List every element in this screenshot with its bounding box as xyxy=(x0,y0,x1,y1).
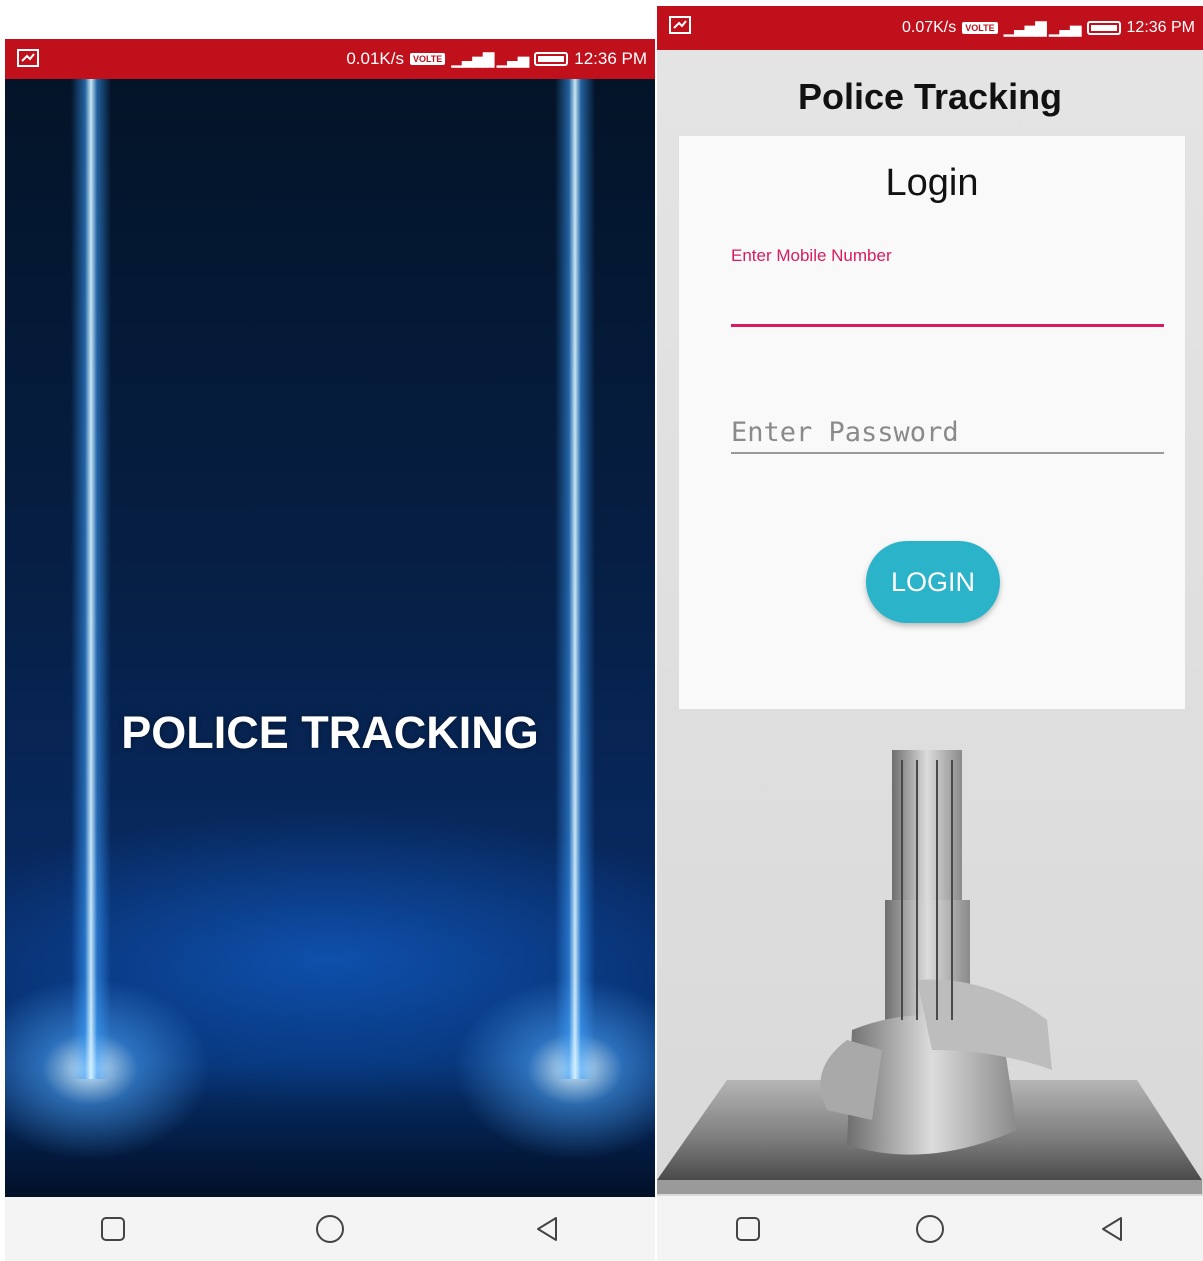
light-beam-left xyxy=(71,79,111,1079)
mobile-number-input[interactable] xyxy=(731,284,1164,327)
clock: 12:36 PM xyxy=(1126,19,1195,36)
back-triangle-icon[interactable] xyxy=(1097,1214,1127,1244)
screenshot-icon xyxy=(669,16,691,34)
mobile-number-label: Enter Mobile Number xyxy=(731,246,892,265)
login-screen: 0.07K/s VOLTE ▁▃▅▇ ▁▃▅ 12:36 PM Police T… xyxy=(657,6,1203,1261)
password-input[interactable] xyxy=(731,412,1164,454)
volte-icon: VOLTE xyxy=(409,53,446,65)
home-circle-icon[interactable] xyxy=(314,1213,346,1245)
battery-icon xyxy=(1086,21,1121,35)
volte-icon: VOLTE xyxy=(962,22,998,34)
network-speed: 0.07K/s xyxy=(901,19,957,36)
app-title: Police Tracking xyxy=(797,76,1063,117)
clock: 12:36 PM xyxy=(574,49,647,68)
battery-icon xyxy=(534,52,569,66)
navigation-bar xyxy=(657,1196,1203,1261)
signal-icon: ▁▃▅▇ ▁▃▅ xyxy=(1003,20,1082,37)
splash-background: POLICE TRACKING xyxy=(5,79,655,1197)
back-triangle-icon[interactable] xyxy=(532,1214,562,1244)
recents-square-icon[interactable] xyxy=(733,1214,763,1244)
network-speed: 0.01K/s xyxy=(346,49,404,68)
status-bar: 0.07K/s VOLTE ▁▃▅▇ ▁▃▅ 12:36 PM xyxy=(657,6,1203,50)
login-button[interactable]: LOGIN xyxy=(866,541,1000,623)
status-bar: 0.01K/s VOLTE ▁▃▅▇ ▁▃▅ 12:36 PM xyxy=(5,39,655,79)
splash-title: POLICE TRACKING xyxy=(121,707,539,758)
navigation-bar xyxy=(5,1197,655,1261)
signal-icon: ▁▃▅▇ ▁▃▅ xyxy=(451,51,529,68)
login-card: Login Enter Mobile Number LOGIN xyxy=(679,136,1185,709)
light-beam-right xyxy=(555,79,595,1079)
login-title: Login xyxy=(885,162,979,204)
splash-screen: 0.01K/s VOLTE ▁▃▅▇ ▁▃▅ 12:36 PM POLICE T… xyxy=(5,39,655,1261)
building-model-image xyxy=(657,750,1202,1194)
recents-square-icon[interactable] xyxy=(98,1214,128,1244)
home-circle-icon[interactable] xyxy=(914,1213,946,1245)
screenshot-icon xyxy=(17,49,39,67)
